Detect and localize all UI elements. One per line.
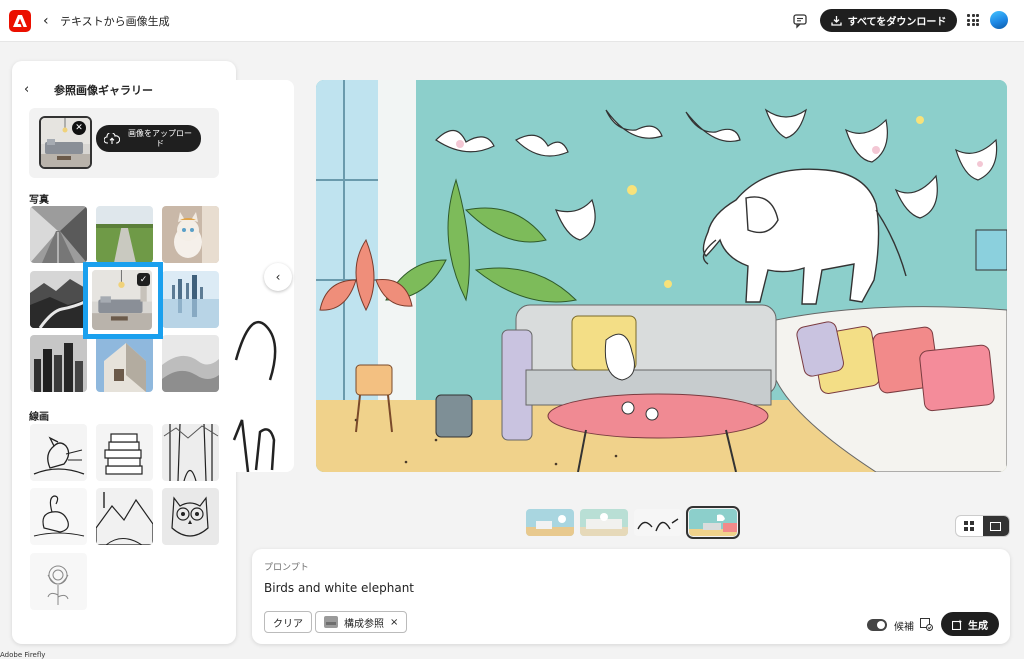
reference-photo[interactable] <box>30 206 87 263</box>
view-toggle <box>955 515 1010 537</box>
reference-lineart[interactable] <box>162 424 219 481</box>
top-bar: ‹ テキストから画像生成 すべてをダウンロード <box>0 0 1024 42</box>
structure-reference-chip[interactable]: 構成参照 × <box>315 611 408 633</box>
reference-lineart[interactable] <box>30 424 87 481</box>
download-all-button[interactable]: すべてをダウンロード <box>820 9 957 32</box>
result-thumbnail[interactable] <box>580 509 628 536</box>
reference-thumbnail-icon <box>324 616 338 628</box>
section-label-photo: 写真 <box>29 195 49 206</box>
generate-icon <box>952 619 962 630</box>
close-icon[interactable]: ✕ <box>72 121 86 135</box>
page-title: テキストから画像生成 <box>60 15 170 28</box>
chevron-left-icon[interactable]: ‹ <box>43 13 49 29</box>
prompt-label: プロンプト <box>264 563 309 573</box>
download-all-label: すべてをダウンロード <box>847 17 947 28</box>
candidates-label: 候補 <box>894 622 914 633</box>
reference-photo[interactable] <box>162 271 219 328</box>
gallery-title: 参照画像ギャラリー <box>54 84 153 97</box>
prompt-input[interactable]: Birds and white elephant <box>264 581 414 595</box>
reference-lineart[interactable] <box>96 488 153 545</box>
generate-button[interactable]: 生成 <box>941 612 999 636</box>
reference-lineart[interactable] <box>30 488 87 545</box>
structure-reference-label: 構成参照 <box>344 618 384 630</box>
reference-photo[interactable] <box>96 335 153 392</box>
selection-highlight <box>83 262 163 339</box>
section-label-lineart: 線画 <box>29 412 49 423</box>
result-thumbnail-active[interactable] <box>686 506 740 539</box>
upload-image-label: 画像をアップロード <box>128 128 192 148</box>
clear-button[interactable]: クリア <box>264 611 312 633</box>
reference-photo[interactable] <box>30 335 87 392</box>
result-thumbnail[interactable] <box>634 509 682 536</box>
previous-image-button[interactable]: ‹ <box>264 263 292 291</box>
checkmark-icon: ✓ <box>137 273 150 286</box>
generate-label: 生成 <box>968 620 988 632</box>
clear-label: クリア <box>273 618 303 630</box>
reference-photo[interactable] <box>30 271 87 328</box>
apps-grid-icon[interactable] <box>967 14 979 26</box>
reference-lineart[interactable] <box>30 553 87 610</box>
download-icon <box>830 16 842 26</box>
reference-lineart[interactable] <box>96 424 153 481</box>
result-thumbnail[interactable] <box>526 509 574 536</box>
upload-image-button[interactable]: 画像をアップロード <box>96 125 201 152</box>
grid-view-icon[interactable] <box>956 516 983 536</box>
chevron-left-icon[interactable]: ‹ <box>24 82 29 97</box>
single-view-icon[interactable] <box>982 516 1009 536</box>
reference-photo[interactable] <box>162 206 219 263</box>
candidates-toggle[interactable] <box>867 619 887 631</box>
generated-image[interactable] <box>316 80 1007 472</box>
reference-photo[interactable] <box>96 206 153 263</box>
avatar[interactable] <box>990 11 1008 29</box>
candidates-icon[interactable] <box>920 618 933 631</box>
reference-lineart[interactable] <box>162 488 219 545</box>
chevron-left-icon: ‹ <box>275 270 281 284</box>
footer-brand: Adobe Firefly <box>0 651 46 659</box>
adobe-logo[interactable] <box>9 10 31 32</box>
feedback-icon[interactable] <box>792 13 808 29</box>
close-icon[interactable]: × <box>390 617 398 628</box>
cloud-upload-icon <box>104 132 120 144</box>
reference-photo[interactable] <box>162 335 219 392</box>
